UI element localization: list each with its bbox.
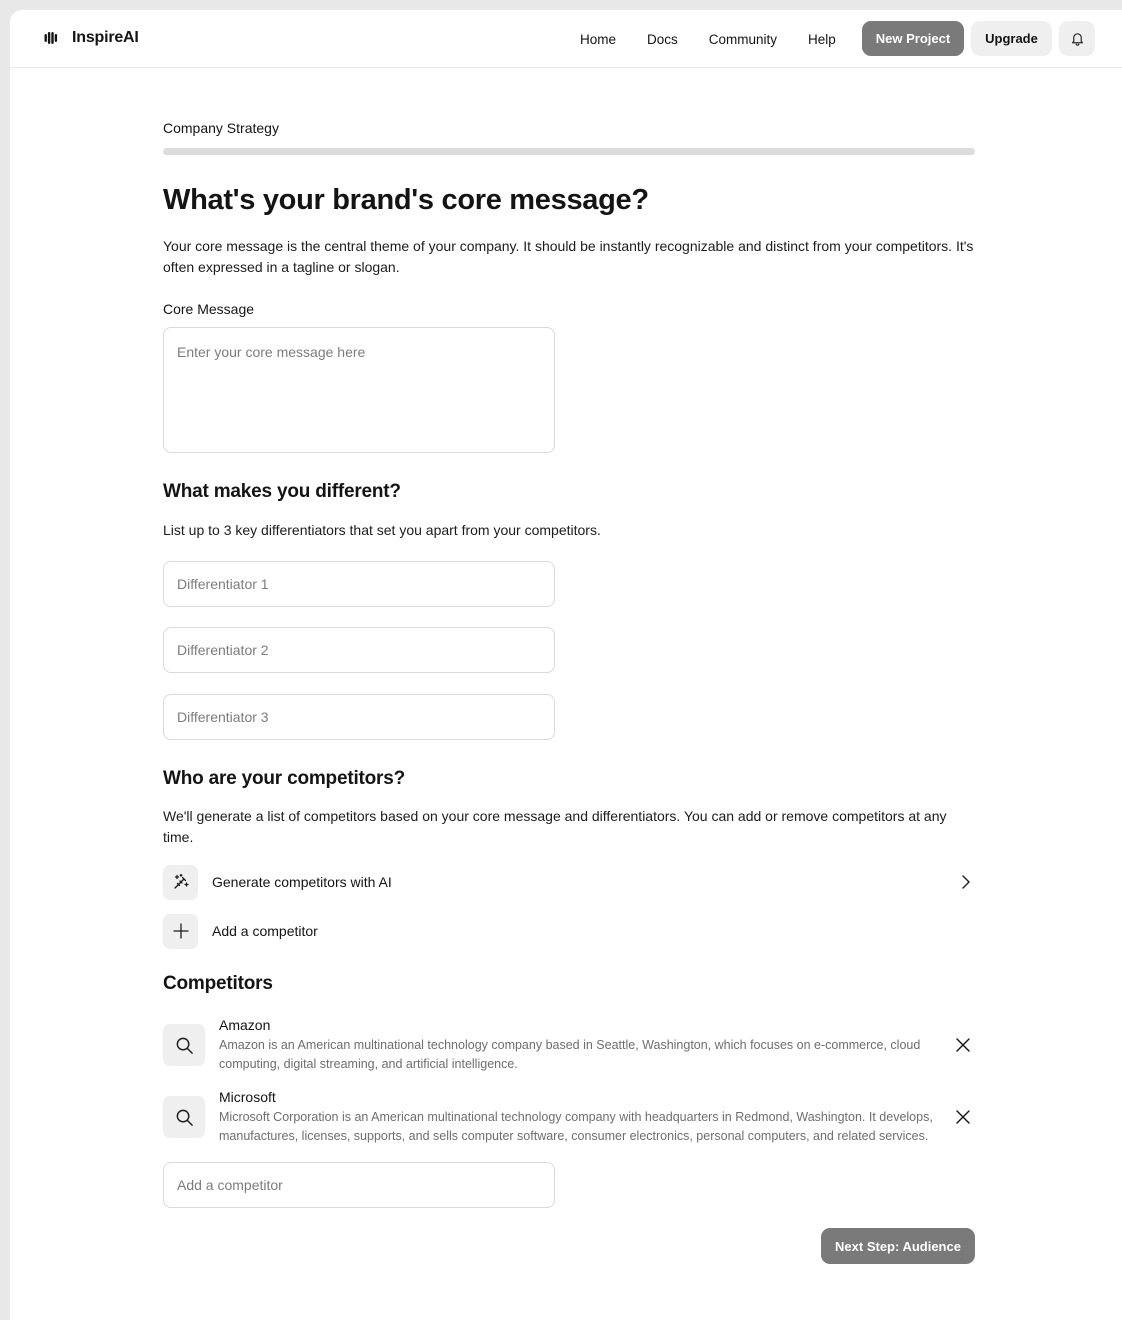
remove-competitor-button[interactable] [952, 1106, 974, 1128]
notifications-button[interactable] [1059, 21, 1095, 56]
core-message-description: Your core message is the central theme o… [163, 238, 974, 275]
nav-community-link[interactable]: Community [709, 32, 777, 47]
differentiators-description: List up to 3 key differentiators that se… [163, 522, 601, 538]
step-progress-bar [163, 148, 975, 155]
bell-icon [1071, 33, 1083, 46]
waveform-logo-icon [44, 32, 58, 44]
app-name: InspireAI [72, 29, 139, 46]
nav-help-link[interactable]: Help [808, 32, 836, 47]
differentiator-3-input[interactable] [163, 694, 555, 740]
nav-docs-link[interactable]: Docs [647, 32, 678, 47]
add-competitor-input[interactable] [163, 1162, 555, 1208]
brand-logo[interactable]: InspireAI [44, 29, 139, 47]
differentiator-2-input[interactable] [163, 627, 555, 673]
new-project-button[interactable]: New Project [862, 21, 964, 56]
core-message-textarea[interactable] [163, 327, 555, 453]
close-icon [956, 1110, 970, 1124]
plus-icon [172, 923, 189, 939]
search-icon-box [163, 1024, 205, 1066]
step-title: Company Strategy [163, 120, 279, 136]
competitor-item[interactable]: Amazon Amazon is an American multination… [163, 1017, 975, 1075]
competitor-name: Microsoft [219, 1089, 276, 1105]
competitor-item[interactable]: Microsoft Microsoft Corporation is an Am… [163, 1089, 975, 1147]
generate-competitors-ai-button[interactable]: Generate competitors with AI [163, 864, 975, 900]
differentiator-1-input[interactable] [163, 561, 555, 607]
competitor-description: Amazon is an American multinational tech… [219, 1038, 921, 1071]
competitors-description: We'll generate a list of competitors bas… [163, 808, 947, 845]
top-navigation-bar: InspireAI Home Docs Community Help New P… [10, 10, 1122, 68]
upgrade-button[interactable]: Upgrade [971, 21, 1052, 56]
search-icon [176, 1109, 193, 1126]
competitor-name: Amazon [219, 1017, 271, 1033]
plus-icon-box [163, 913, 198, 949]
competitors-heading: Competitors [163, 973, 273, 994]
next-step-button[interactable]: Next Step: Audience [821, 1228, 975, 1264]
nav-home-link[interactable]: Home [580, 32, 616, 47]
search-icon-box [163, 1096, 205, 1138]
magic-wand-icon [173, 873, 189, 889]
app-window: InspireAI Home Docs Community Help New P… [10, 10, 1122, 1320]
add-competitor-label: Add a competitor [212, 923, 318, 939]
core-message-label: Core Message [163, 301, 255, 317]
remove-competitor-button[interactable] [952, 1034, 974, 1056]
close-icon [956, 1038, 970, 1052]
differentiators-heading: What makes you different? [163, 481, 401, 502]
search-icon [176, 1037, 193, 1054]
main-nav: Home Docs Community Help [580, 32, 867, 47]
competitor-description: Microsoft Corporation is an American mul… [219, 1110, 933, 1143]
generate-competitors-label: Generate competitors with AI [212, 874, 392, 890]
page-title: What's your brand's core message? [163, 184, 649, 216]
competitors-question-heading: Who are your competitors? [163, 768, 406, 789]
add-competitor-button[interactable]: Add a competitor [163, 913, 975, 949]
magic-wand-icon-box [163, 864, 198, 900]
chevron-right-icon [955, 872, 975, 892]
